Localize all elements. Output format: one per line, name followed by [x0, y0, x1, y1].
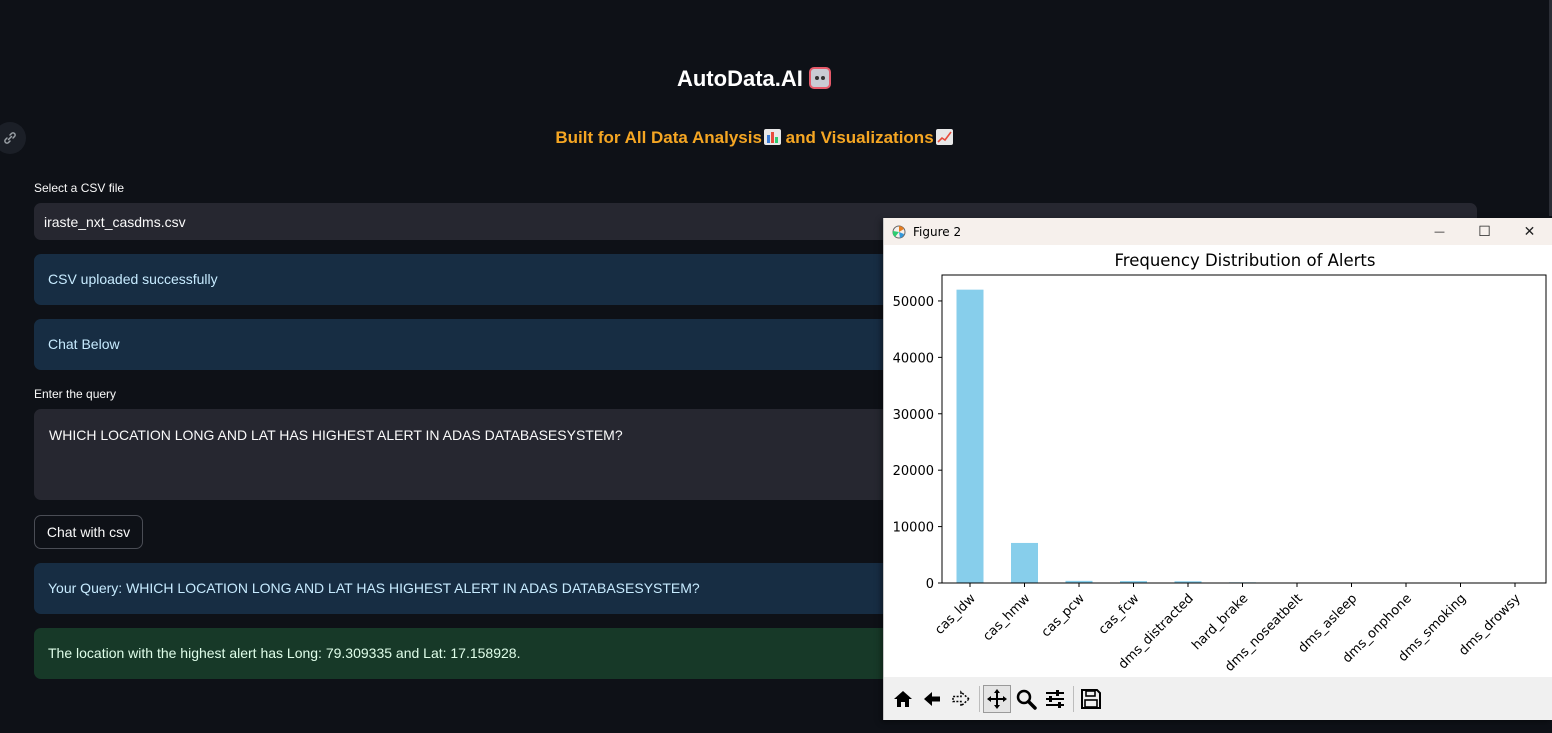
y-tick-label: 0	[926, 577, 934, 592]
pan-icon[interactable]	[983, 684, 1011, 713]
back-icon[interactable]	[918, 685, 946, 713]
subtitle-part2: and Visualizations	[785, 128, 934, 147]
figure-title: Figure 2	[913, 224, 962, 239]
chat-prompt-text: Chat Below	[48, 336, 120, 352]
answer-text: The location with the highest alert has …	[48, 645, 521, 661]
chat-with-csv-button[interactable]: Chat with csv	[34, 515, 143, 549]
file-select-label: Select a CSV file	[34, 181, 125, 195]
bar-chart-emoji	[763, 129, 781, 145]
y-tick-label: 10000	[893, 521, 934, 536]
x-tick-label: cas_ldw	[932, 591, 979, 638]
minimize-icon: —	[1434, 225, 1445, 238]
x-tick-label: cas_pcw	[1039, 591, 1088, 640]
figure-canvas[interactable]: Frequency Distribution of Alerts 0 10000 2…	[884, 245, 1552, 677]
close-icon: ✕	[1523, 223, 1536, 240]
query-text: WHICH LOCATION LONG AND LAT HAS HIGHEST …	[49, 427, 623, 443]
toolbar-separator	[979, 685, 980, 712]
close-button[interactable]: ✕	[1507, 218, 1552, 245]
subtitle-part1: Built for All Data Analysis	[555, 128, 762, 147]
save-icon[interactable]	[1077, 685, 1105, 713]
y-tick-label: 30000	[893, 408, 934, 423]
forward-icon[interactable]	[947, 685, 975, 713]
x-tick-label: cas_hmw	[980, 591, 1033, 644]
y-tick-label: 40000	[893, 351, 934, 366]
bar-cas_ldw	[956, 289, 984, 583]
maximize-button[interactable]: ☐	[1462, 218, 1507, 245]
upload-status-text: CSV uploaded successfully	[48, 271, 218, 287]
your-query-text: Your Query: WHICH LOCATION LONG AND LAT …	[48, 580, 700, 596]
y-tick-label: 50000	[893, 295, 934, 310]
figure-toolbar	[884, 677, 1552, 720]
selected-file-name: iraste_nxt_casdms.csv	[44, 214, 186, 230]
matplotlib-icon	[891, 224, 907, 240]
bar-cas_hmw	[1011, 542, 1038, 583]
y-tick-label: 20000	[893, 464, 934, 479]
plot-area-frame	[941, 274, 1547, 584]
chart-increasing-emoji	[935, 129, 953, 145]
x-tick-label: cas_fcw	[1096, 591, 1143, 638]
app-title-text: AutoData.AI	[676, 66, 803, 91]
toolbar-separator	[1073, 685, 1074, 712]
home-icon[interactable]	[889, 685, 917, 713]
minimize-button[interactable]: —	[1417, 218, 1462, 245]
zoom-icon[interactable]	[1012, 685, 1040, 713]
figure-window[interactable]: Figure 2 — ☐ ✕ Frequency Distribution of…	[883, 218, 1552, 720]
query-label: Enter the query	[34, 387, 117, 401]
bar-chart: Frequency Distribution of Alerts 0 10000 2…	[893, 251, 1547, 675]
maximize-icon: ☐	[1478, 223, 1491, 240]
robot-emoji	[809, 67, 831, 89]
figure-titlebar[interactable]: Figure 2 — ☐ ✕	[884, 218, 1552, 245]
chart-title: Frequency Distribution of Alerts	[1114, 251, 1375, 270]
app-subtitle: Built for All Data Analysis and Visualiz…	[0, 128, 1508, 148]
app-title: AutoData.AI	[0, 66, 1508, 92]
configure-subplots-icon[interactable]	[1041, 685, 1069, 713]
